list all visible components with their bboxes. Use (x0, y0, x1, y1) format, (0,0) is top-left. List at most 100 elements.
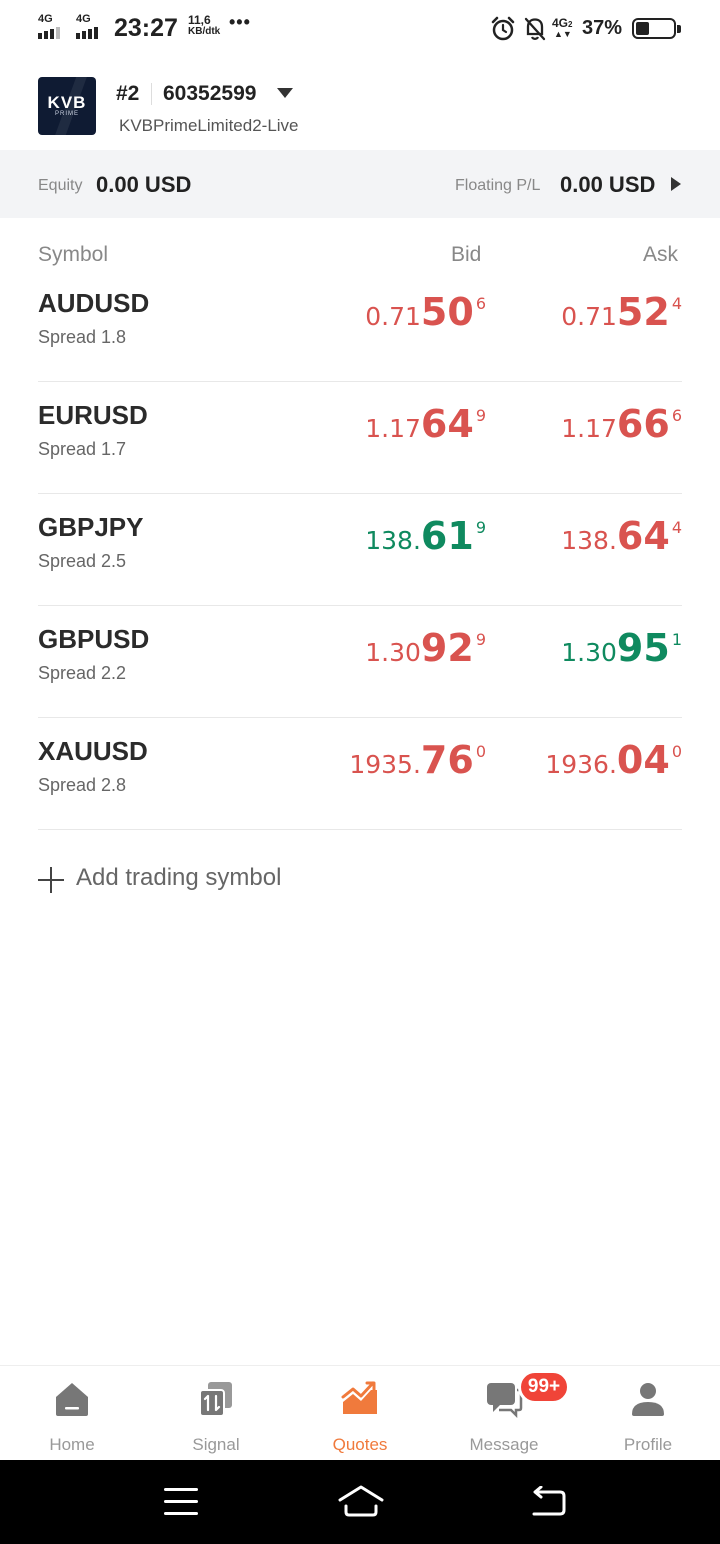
ask-price-pips: 66 (616, 402, 670, 446)
ask-price-fraction: 6 (671, 406, 682, 425)
status-bar: 4G 4G 23:27 11,6 KB/dtk ••• 4G2 ▲▼ 37% (0, 0, 720, 58)
alarm-icon (491, 16, 515, 41)
bid-price-prefix: 1.30 (365, 638, 421, 667)
bottom-tab-bar: Home Signal Quotes Message Profile (0, 1365, 720, 1460)
add-trading-symbol-label: Add trading symbol (76, 864, 282, 891)
floating-pl-value: 0.00 USD (560, 172, 656, 197)
ask-price[interactable]: 0.7152 4 (561, 290, 682, 334)
bid-price-prefix: 0.71 (365, 302, 421, 331)
bid-price-pips: 92 (420, 626, 474, 670)
profile-icon (632, 1383, 664, 1416)
symbol-name: GBPUSD (38, 624, 150, 654)
broker-logo: KVB PRIME (38, 77, 96, 135)
bid-price[interactable]: 1935.76 0 (349, 738, 486, 782)
recent-apps-button[interactable] (164, 1488, 198, 1516)
account-number: #2 (116, 82, 140, 105)
caret-down-icon[interactable] (277, 88, 293, 98)
ask-price-prefix: 1936. (545, 750, 617, 779)
column-header-symbol: Symbol (38, 243, 109, 266)
divider (151, 83, 152, 105)
symbol-spread: Spread 1.7 (38, 439, 127, 459)
bid-price[interactable]: 0.7150 6 (365, 290, 486, 334)
signal-icon (199, 1382, 232, 1417)
ask-price[interactable]: 1.3095 1 (561, 626, 682, 670)
bid-price-pips: 76 (420, 738, 474, 782)
bid-price-fraction: 9 (475, 518, 486, 537)
bid-price[interactable]: 138.61 9 (365, 514, 486, 558)
bid-price-fraction: 9 (475, 406, 486, 425)
bid-price-prefix: 1935. (349, 750, 421, 779)
column-header-bid: Bid (451, 243, 482, 266)
message-badge: 99+ (518, 1370, 570, 1404)
bid-price-prefix: 138. (365, 526, 421, 555)
symbol-name: GBPJPY (38, 512, 144, 542)
bid-price[interactable]: 1.1764 9 (365, 402, 486, 446)
equity-bar[interactable]: Equity 0.00 USD Floating P/L 0.00 USD (0, 150, 720, 218)
logo-text: KVB (47, 93, 87, 112)
bid-price-pips: 50 (420, 290, 474, 334)
column-header-ask: Ask (643, 243, 679, 266)
sim2-label: 4G (76, 13, 91, 25)
ask-price-pips: 95 (616, 626, 670, 670)
network-speed-unit: KB/dtk (188, 26, 221, 37)
ask-price-pips: 52 (616, 290, 670, 334)
signal-bars-icon (38, 27, 68, 39)
account-header[interactable]: KVB PRIME #2 60352599 KVBPrimeLimited2-L… (0, 58, 720, 150)
tab-quotes-label: Quotes (332, 1435, 388, 1454)
ask-price[interactable]: 1936.04 0 (545, 738, 682, 782)
4g-icon: 4G2 ▲▼ (552, 16, 573, 39)
logo-subtext: PRIME (54, 111, 79, 117)
clock: 23:27 (114, 14, 178, 42)
ask-price-pips: 64 (616, 514, 670, 558)
network-speed: 11,6 KB/dtk (188, 13, 221, 37)
tab-signal[interactable]: Signal (144, 1366, 288, 1461)
battery-fill (636, 22, 649, 35)
symbol-spread: Spread 2.2 (38, 663, 127, 683)
ask-price[interactable]: 138.64 4 (561, 514, 682, 558)
symbol-name: EURUSD (38, 400, 148, 430)
bid-price-prefix: 1.17 (365, 414, 421, 443)
plus-icon (38, 867, 64, 893)
ask-price-fraction: 1 (671, 630, 682, 649)
equity-value: 0.00 USD (96, 172, 192, 197)
symbol-name: AUDUSD (38, 288, 150, 318)
ask-price-fraction: 0 (671, 742, 682, 761)
quotes-icon (341, 1381, 377, 1414)
system-nav-bar (0, 1460, 720, 1544)
tab-profile[interactable]: Profile (576, 1366, 720, 1461)
back-button[interactable] (530, 1486, 568, 1520)
symbol-name: XAUUSD (38, 736, 148, 766)
ask-price-fraction: 4 (671, 294, 682, 313)
quote-row-xauusd[interactable]: XAUUSD Spread 2.8 1935.76 0 1936.04 0 (38, 718, 682, 830)
account-id: 60352599 (163, 82, 257, 105)
quote-row-gbpusd[interactable]: GBPUSD Spread 2.2 1.3092 9 1.3095 1 (38, 606, 682, 718)
tab-home[interactable]: Home (0, 1366, 144, 1461)
quote-row-eurusd[interactable]: EURUSD Spread 1.7 1.1764 9 1.1766 6 (38, 382, 682, 494)
bid-price-fraction: 6 (475, 294, 486, 313)
quote-row-gbpjpy[interactable]: GBPJPY Spread 2.5 138.61 9 138.64 4 (38, 494, 682, 606)
chevron-right-icon[interactable] (671, 177, 681, 191)
ask-price-prefix: 138. (561, 526, 617, 555)
ask-price[interactable]: 1.1766 6 (561, 402, 682, 446)
battery-icon (632, 18, 681, 39)
home-icon (56, 1383, 88, 1416)
tab-quotes[interactable]: Quotes (288, 1366, 432, 1461)
bid-price-fraction: 9 (475, 630, 486, 649)
equity-label: Equity (38, 177, 83, 194)
bid-price-pips: 61 (420, 514, 474, 558)
bid-price[interactable]: 1.3092 9 (365, 626, 486, 670)
ask-price-pips: 04 (616, 738, 670, 782)
signal-bars-icon (76, 27, 106, 39)
bell-off-icon (524, 17, 546, 41)
symbol-spread: Spread 2.5 (38, 551, 127, 571)
network-speed-value: 11,6 (188, 13, 211, 27)
4g-label: 4G (552, 16, 569, 30)
home-button[interactable] (338, 1484, 384, 1520)
battery-percent: 37% (582, 17, 623, 39)
symbol-spread: Spread 1.8 (38, 327, 127, 347)
ask-price-fraction: 4 (671, 518, 682, 537)
tab-message-label: Message (469, 1435, 539, 1454)
quote-row-audusd[interactable]: AUDUSD Spread 1.8 0.7150 6 0.7152 4 (38, 270, 682, 382)
floating-pl-label: Floating P/L (455, 177, 541, 194)
ask-price-prefix: 0.71 (561, 302, 617, 331)
